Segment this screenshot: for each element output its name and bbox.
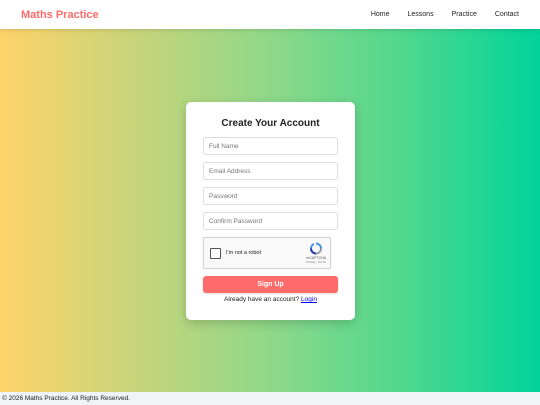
nav-link-contact[interactable]: Contact: [495, 11, 519, 18]
recaptcha-checkbox[interactable]: [210, 247, 221, 259]
confirm-password-input[interactable]: [203, 212, 338, 230]
nav-link-home[interactable]: Home: [371, 11, 390, 18]
nav-links: Home Lessons Practice Contact: [371, 11, 519, 18]
login-prompt: Already have an account? Login: [203, 296, 338, 303]
signup-card: Create Your Account I'm not a robot reCA…: [186, 102, 355, 320]
footer: © 2026 Maths Practice. All Rights Reserv…: [0, 392, 540, 405]
recaptcha-check-row: I'm not a robot: [210, 247, 261, 259]
form-title: Create Your Account: [221, 118, 320, 129]
login-link[interactable]: Login: [301, 296, 317, 303]
recaptcha-links[interactable]: Privacy - Terms: [306, 260, 325, 264]
full-name-input[interactable]: [203, 137, 338, 155]
nav-link-practice[interactable]: Practice: [452, 11, 477, 18]
recaptcha-icon: [310, 242, 323, 255]
navbar: Maths Practice Home Lessons Practice Con…: [0, 0, 540, 29]
recaptcha-branding: reCAPTCHA Privacy - Terms: [306, 242, 326, 264]
nav-link-lessons[interactable]: Lessons: [408, 11, 434, 18]
email-input[interactable]: [203, 162, 338, 180]
recaptcha-widget: I'm not a robot reCAPTCHA Privacy - Term…: [203, 237, 331, 269]
brand-logo[interactable]: Maths Practice: [21, 9, 99, 21]
login-prompt-text: Already have an account?: [224, 296, 300, 303]
recaptcha-label: I'm not a robot: [226, 250, 261, 256]
sign-up-button[interactable]: Sign Up: [203, 276, 338, 293]
footer-copyright: © 2026 Maths Practice. All Rights Reserv…: [2, 395, 130, 402]
password-input[interactable]: [203, 187, 338, 205]
